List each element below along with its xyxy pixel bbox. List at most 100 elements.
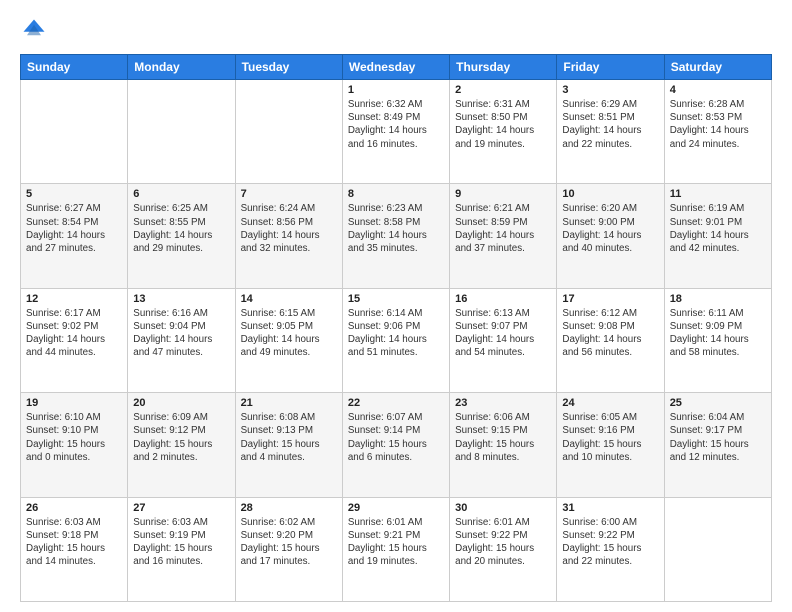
calendar-cell: 30 Sunrise: 6:01 AM Sunset: 9:22 PM Dayli… xyxy=(450,497,557,601)
calendar-cell: 1Sunrise: 6:32 AM Sunset: 8:49 PM Daylig… xyxy=(342,80,449,184)
header xyxy=(20,16,772,44)
day-info: Sunrise: 6:11 AM Sunset: 9:09 PM Dayligh… xyxy=(670,307,766,360)
calendar-cell: 15Sunrise: 6:14 AM Sunset: 9:06 PM Dayli… xyxy=(342,288,449,392)
weekday-header: Sunday xyxy=(21,55,128,80)
day-info: Sunrise: 6:07 AM Sunset: 9:14 PM Dayligh… xyxy=(348,411,444,464)
day-info: Sunrise: 6:13 AM Sunset: 9:07 PM Dayligh… xyxy=(455,307,551,360)
day-info: Sunrise: 6:03 AM Sunset: 9:19 PM Dayligh… xyxy=(133,516,229,569)
calendar-cell: 2 Sunrise: 6:31 AM Sunset: 8:50 PM Daylig… xyxy=(450,80,557,184)
day-info: Sunrise: 6:29 AM Sunset: 8:51 PM Dayligh… xyxy=(562,98,658,151)
day-number: 9 xyxy=(455,188,551,200)
calendar-cell: 23 Sunrise: 6:06 AM Sunset: 9:15 PM Dayli… xyxy=(450,393,557,497)
day-info: Sunrise: 6:01 AM Sunset: 9:22 PM Dayligh… xyxy=(455,516,551,569)
calendar-cell: 27 Sunrise: 6:03 AM Sunset: 9:19 PM Dayli… xyxy=(128,497,235,601)
calendar-header: SundayMondayTuesdayWednesdayThursdayFrid… xyxy=(21,55,772,80)
day-number: 25 xyxy=(670,397,766,409)
calendar-cell: 22 Sunrise: 6:07 AM Sunset: 9:14 PM Dayli… xyxy=(342,393,449,497)
day-number: 24 xyxy=(562,397,658,409)
day-number: 17 xyxy=(562,293,658,305)
weekday-header: Tuesday xyxy=(235,55,342,80)
calendar: SundayMondayTuesdayWednesdayThursdayFrid… xyxy=(20,54,772,602)
day-number: 27 xyxy=(133,502,229,514)
day-number: 11 xyxy=(670,188,766,200)
weekday-row: SundayMondayTuesdayWednesdayThursdayFrid… xyxy=(21,55,772,80)
calendar-cell xyxy=(664,497,771,601)
calendar-week-row: 12Sunrise: 6:17 AM Sunset: 9:02 PM Dayli… xyxy=(21,288,772,392)
calendar-cell: 16 Sunrise: 6:13 AM Sunset: 9:07 PM Dayli… xyxy=(450,288,557,392)
day-info: Sunrise: 6:00 AM Sunset: 9:22 PM Dayligh… xyxy=(562,516,658,569)
calendar-cell: 20 Sunrise: 6:09 AM Sunset: 9:12 PM Dayli… xyxy=(128,393,235,497)
day-info: Sunrise: 6:20 AM Sunset: 9:00 PM Dayligh… xyxy=(562,202,658,255)
day-info: Sunrise: 6:10 AM Sunset: 9:10 PM Dayligh… xyxy=(26,411,122,464)
day-info: Sunrise: 6:27 AM Sunset: 8:54 PM Dayligh… xyxy=(26,202,122,255)
day-number: 19 xyxy=(26,397,122,409)
calendar-cell: 26 Sunrise: 6:03 AM Sunset: 9:18 PM Dayli… xyxy=(21,497,128,601)
day-info: Sunrise: 6:31 AM Sunset: 8:50 PM Dayligh… xyxy=(455,98,551,151)
calendar-cell: 14 Sunrise: 6:15 AM Sunset: 9:05 PM Dayli… xyxy=(235,288,342,392)
calendar-cell: 18 Sunrise: 6:11 AM Sunset: 9:09 PM Dayli… xyxy=(664,288,771,392)
day-number: 13 xyxy=(133,293,229,305)
calendar-cell: 19 Sunrise: 6:10 AM Sunset: 9:10 PM Dayli… xyxy=(21,393,128,497)
calendar-cell: 17 Sunrise: 6:12 AM Sunset: 9:08 PM Dayli… xyxy=(557,288,664,392)
day-number: 16 xyxy=(455,293,551,305)
day-number: 12 xyxy=(26,293,122,305)
weekday-header: Friday xyxy=(557,55,664,80)
day-info: Sunrise: 6:08 AM Sunset: 9:13 PM Dayligh… xyxy=(241,411,337,464)
day-info: Sunrise: 6:19 AM Sunset: 9:01 PM Dayligh… xyxy=(670,202,766,255)
day-number: 30 xyxy=(455,502,551,514)
page: SundayMondayTuesdayWednesdayThursdayFrid… xyxy=(0,0,792,612)
calendar-cell: 29Sunrise: 6:01 AM Sunset: 9:21 PM Dayli… xyxy=(342,497,449,601)
weekday-header: Thursday xyxy=(450,55,557,80)
logo xyxy=(20,16,52,44)
calendar-cell: 13 Sunrise: 6:16 AM Sunset: 9:04 PM Dayli… xyxy=(128,288,235,392)
calendar-cell: 7Sunrise: 6:24 AM Sunset: 8:56 PM Daylig… xyxy=(235,184,342,288)
day-number: 28 xyxy=(241,502,337,514)
day-info: Sunrise: 6:15 AM Sunset: 9:05 PM Dayligh… xyxy=(241,307,337,360)
day-number: 5 xyxy=(26,188,122,200)
calendar-week-row: 19 Sunrise: 6:10 AM Sunset: 9:10 PM Dayli… xyxy=(21,393,772,497)
day-number: 8 xyxy=(348,188,444,200)
weekday-header: Monday xyxy=(128,55,235,80)
day-info: Sunrise: 6:21 AM Sunset: 8:59 PM Dayligh… xyxy=(455,202,551,255)
day-info: Sunrise: 6:09 AM Sunset: 9:12 PM Dayligh… xyxy=(133,411,229,464)
day-number: 4 xyxy=(670,84,766,96)
day-number: 6 xyxy=(133,188,229,200)
logo-icon xyxy=(20,16,48,44)
day-number: 14 xyxy=(241,293,337,305)
calendar-week-row: 5 Sunrise: 6:27 AM Sunset: 8:54 PM Daylig… xyxy=(21,184,772,288)
calendar-cell xyxy=(128,80,235,184)
day-info: Sunrise: 6:02 AM Sunset: 9:20 PM Dayligh… xyxy=(241,516,337,569)
day-number: 2 xyxy=(455,84,551,96)
calendar-cell: 5 Sunrise: 6:27 AM Sunset: 8:54 PM Daylig… xyxy=(21,184,128,288)
calendar-week-row: 26 Sunrise: 6:03 AM Sunset: 9:18 PM Dayli… xyxy=(21,497,772,601)
day-number: 22 xyxy=(348,397,444,409)
calendar-week-row: 1Sunrise: 6:32 AM Sunset: 8:49 PM Daylig… xyxy=(21,80,772,184)
day-info: Sunrise: 6:23 AM Sunset: 8:58 PM Dayligh… xyxy=(348,202,444,255)
day-number: 20 xyxy=(133,397,229,409)
day-info: Sunrise: 6:06 AM Sunset: 9:15 PM Dayligh… xyxy=(455,411,551,464)
calendar-cell: 8 Sunrise: 6:23 AM Sunset: 8:58 PM Daylig… xyxy=(342,184,449,288)
day-info: Sunrise: 6:03 AM Sunset: 9:18 PM Dayligh… xyxy=(26,516,122,569)
day-number: 29 xyxy=(348,502,444,514)
day-number: 31 xyxy=(562,502,658,514)
day-number: 3 xyxy=(562,84,658,96)
day-info: Sunrise: 6:05 AM Sunset: 9:16 PM Dayligh… xyxy=(562,411,658,464)
calendar-cell: 31 Sunrise: 6:00 AM Sunset: 9:22 PM Dayli… xyxy=(557,497,664,601)
day-info: Sunrise: 6:16 AM Sunset: 9:04 PM Dayligh… xyxy=(133,307,229,360)
calendar-cell: 12Sunrise: 6:17 AM Sunset: 9:02 PM Dayli… xyxy=(21,288,128,392)
day-number: 21 xyxy=(241,397,337,409)
day-info: Sunrise: 6:12 AM Sunset: 9:08 PM Dayligh… xyxy=(562,307,658,360)
calendar-cell: 25 Sunrise: 6:04 AM Sunset: 9:17 PM Dayli… xyxy=(664,393,771,497)
calendar-cell: 24 Sunrise: 6:05 AM Sunset: 9:16 PM Dayli… xyxy=(557,393,664,497)
day-number: 18 xyxy=(670,293,766,305)
day-number: 26 xyxy=(26,502,122,514)
day-info: Sunrise: 6:28 AM Sunset: 8:53 PM Dayligh… xyxy=(670,98,766,151)
weekday-header: Saturday xyxy=(664,55,771,80)
calendar-cell: 10Sunrise: 6:20 AM Sunset: 9:00 PM Dayli… xyxy=(557,184,664,288)
weekday-header: Wednesday xyxy=(342,55,449,80)
calendar-cell xyxy=(235,80,342,184)
day-info: Sunrise: 6:04 AM Sunset: 9:17 PM Dayligh… xyxy=(670,411,766,464)
day-info: Sunrise: 6:24 AM Sunset: 8:56 PM Dayligh… xyxy=(241,202,337,255)
day-number: 23 xyxy=(455,397,551,409)
calendar-cell: 28 Sunrise: 6:02 AM Sunset: 9:20 PM Dayli… xyxy=(235,497,342,601)
